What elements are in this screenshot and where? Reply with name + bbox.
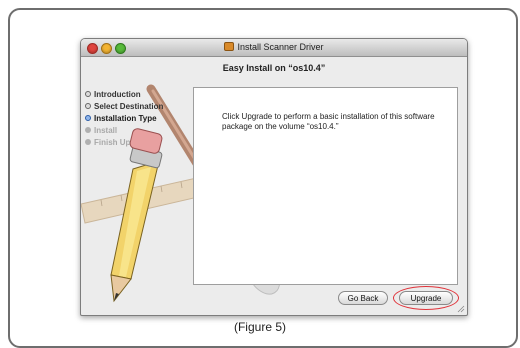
step-completed-icon	[85, 103, 91, 109]
step-label: Installation Type	[94, 114, 157, 123]
step-installation-type: Installation Type	[85, 113, 195, 125]
step-pending-icon	[85, 127, 91, 133]
install-steps-list: Introduction Select Destination Installa…	[85, 89, 195, 149]
install-heading: Easy Install on “os10.4”	[222, 63, 326, 73]
go-back-button[interactable]: Go Back	[338, 291, 388, 305]
step-pending-icon	[85, 139, 91, 145]
step-current-icon	[85, 115, 91, 121]
step-install: Install	[85, 125, 195, 137]
title-bar[interactable]: Install Scanner Driver	[81, 39, 467, 57]
window-title: Install Scanner Driver	[237, 42, 324, 52]
step-label: Finish Up	[94, 138, 131, 147]
package-icon	[224, 42, 235, 51]
step-introduction: Introduction	[85, 89, 195, 101]
step-label: Introduction	[94, 90, 141, 99]
installer-window: Install Scanner Driver Easy Install on “…	[80, 38, 468, 316]
install-message: Click Upgrade to perform a basic install…	[222, 112, 435, 131]
step-label: Select Destination	[94, 102, 164, 111]
step-select-destination: Select Destination	[85, 101, 195, 113]
window-title-container: Install Scanner Driver	[81, 42, 467, 52]
figure-caption: (Figure 5)	[233, 320, 286, 334]
resize-grip-icon[interactable]	[457, 305, 465, 313]
step-finish-up: Finish Up	[85, 137, 195, 149]
content-panel: Click Upgrade to perform a basic install…	[193, 87, 458, 285]
upgrade-highlight-circle	[393, 286, 459, 310]
step-label: Install	[94, 126, 118, 135]
step-completed-icon	[85, 91, 91, 97]
